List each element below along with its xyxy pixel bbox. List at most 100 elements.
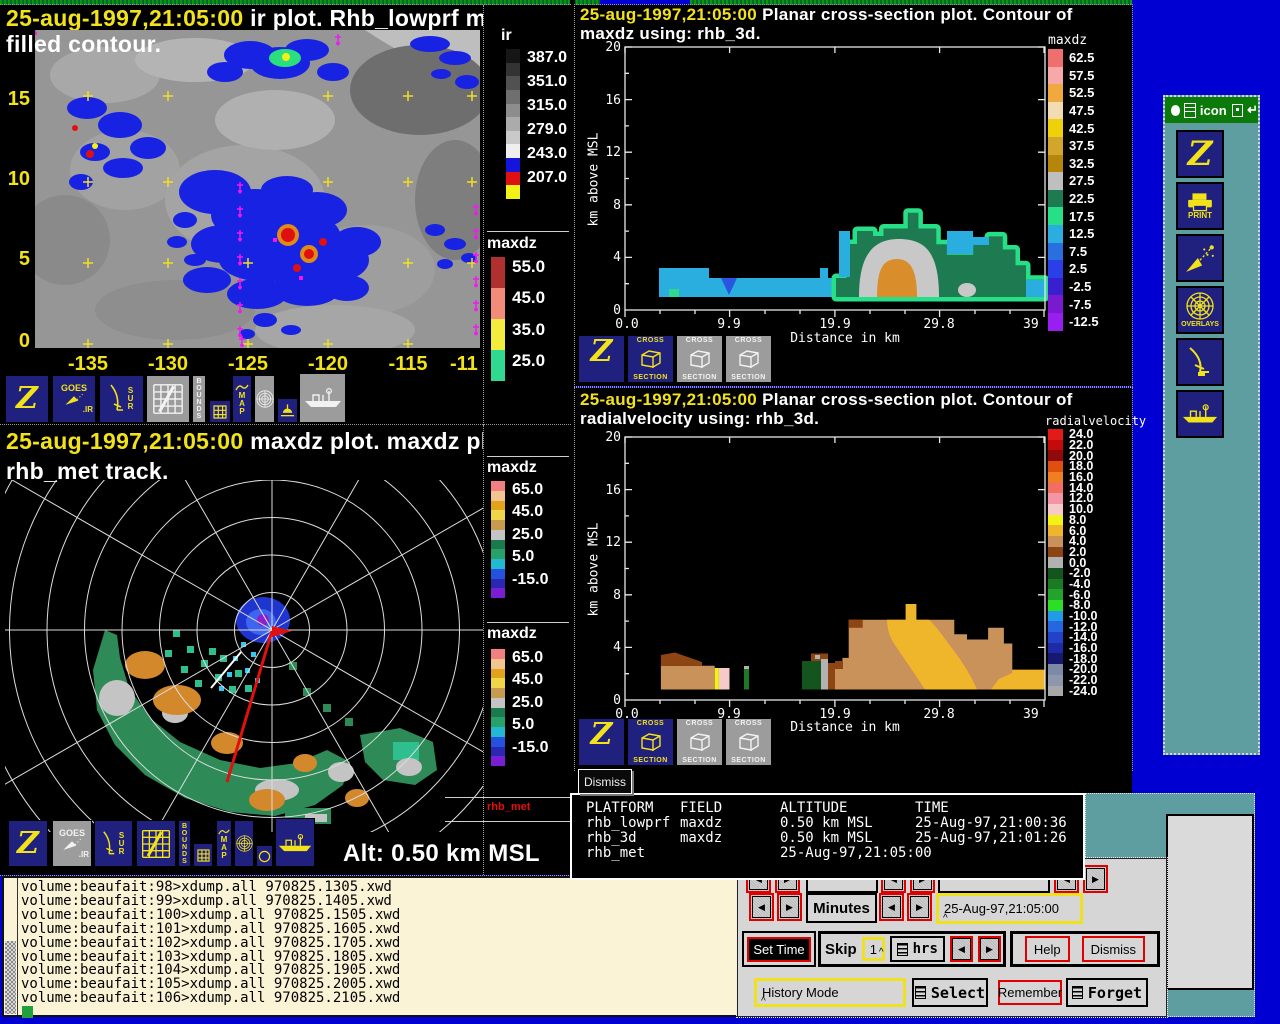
buoy-button[interactable] bbox=[277, 398, 298, 423]
colorbar-entry: 22.5 bbox=[1048, 189, 1099, 208]
skip-forward-button[interactable]: ▶ bbox=[977, 936, 1001, 962]
track-legend-label: rhb_met bbox=[487, 801, 531, 813]
terminal-window[interactable]: volume:beaufait:98>xdump.all 970825.1305… bbox=[2, 876, 740, 1018]
small-grid-button[interactable] bbox=[193, 843, 213, 867]
y-tick-label: 15 bbox=[7, 88, 30, 110]
colorbar-entry: 27.5 bbox=[1048, 172, 1099, 190]
select-menu-button[interactable]: Select bbox=[912, 978, 988, 1007]
map-button[interactable]: MAP bbox=[232, 375, 252, 423]
overlays-label: OVERLAYS bbox=[1181, 321, 1219, 328]
zebra-menu-button[interactable]: Z bbox=[5, 375, 49, 423]
icon-window-titlebar[interactable]: icon ↵ bbox=[1165, 97, 1258, 123]
bounds-button[interactable]: BOUNDS bbox=[192, 375, 206, 423]
palette-overlays-button[interactable]: OVERLAYS bbox=[1176, 286, 1224, 334]
history-mode-field[interactable]: History Mode ^ bbox=[754, 978, 906, 1007]
minutes-forward-button[interactable]: ▶ bbox=[907, 893, 932, 921]
minutes-back-button[interactable]: ◀ bbox=[749, 893, 774, 921]
colorbar-gradient bbox=[491, 649, 505, 766]
sur-radar-button[interactable]: SUR bbox=[94, 820, 133, 867]
icon-palette-window: icon ↵ Z PRINT OVERLAYS bbox=[1163, 95, 1260, 755]
dismiss-button[interactable]: Dismiss bbox=[578, 769, 632, 794]
minutes-back-button[interactable]: ◀ bbox=[879, 893, 904, 921]
ppi-echoes bbox=[93, 597, 437, 824]
colorbar-labels: 387.0 351.0 315.0 279.0 243.0 207.0 bbox=[527, 49, 568, 186]
y-tick-label: 16 bbox=[605, 483, 621, 498]
remember-button[interactable]: Remember bbox=[998, 980, 1062, 1005]
goes-ir-button[interactable]: GOES .IR bbox=[52, 820, 92, 867]
small-grid-button[interactable] bbox=[209, 400, 231, 423]
palette-print-button[interactable]: PRINT bbox=[1176, 182, 1224, 230]
ir-image-plot-area[interactable] bbox=[35, 30, 480, 348]
maxdz-colorbar: 55.0 45.0 35.0 25.0 bbox=[491, 257, 545, 381]
set-time-button[interactable]: Set Time bbox=[747, 936, 811, 962]
cross-section-plot-area[interactable] bbox=[624, 436, 1046, 707]
y-tick-label: 12 bbox=[605, 145, 621, 160]
table-cell: 25-Aug-97,21:05:00 bbox=[780, 845, 932, 861]
palette-ship-button[interactable] bbox=[1176, 390, 1224, 438]
x-tick-label: -11 bbox=[450, 353, 478, 375]
help-button[interactable]: Help bbox=[1024, 936, 1070, 962]
hrs-menu-button[interactable]: hrs bbox=[889, 936, 945, 962]
palette-zebra-button[interactable]: Z bbox=[1176, 130, 1224, 178]
cross-section-button[interactable]: CROSS SECTION bbox=[725, 335, 772, 383]
cross-section-button[interactable]: CROSS SECTION bbox=[725, 718, 772, 766]
cross-section-button[interactable]: CROSS SECTION bbox=[676, 718, 723, 766]
colorbar-entry: 62.5 bbox=[1048, 49, 1099, 67]
ship-button[interactable] bbox=[299, 373, 346, 423]
minutes-forward-button[interactable]: ▶ bbox=[777, 893, 802, 921]
y-tick-label: 5 bbox=[18, 248, 30, 270]
palette-radar-button[interactable] bbox=[1176, 338, 1224, 386]
colorbar-labels: 55.0 45.0 35.0 25.0 bbox=[512, 257, 546, 371]
window-menu-circle-icon[interactable] bbox=[1171, 104, 1181, 116]
y-tick-label: 0 bbox=[18, 330, 30, 352]
colorbar-entry: 47.5 bbox=[1048, 101, 1099, 120]
palette-satellite-button[interactable] bbox=[1176, 234, 1224, 282]
sur-label: SUR bbox=[118, 830, 125, 856]
skip-label: Skip bbox=[825, 940, 857, 958]
scrollbar-thumb[interactable] bbox=[5, 941, 16, 1014]
forget-menu-button[interactable]: Forget bbox=[1066, 978, 1148, 1007]
radar-grid-button[interactable] bbox=[146, 375, 190, 423]
x-tick-label: -135 bbox=[67, 353, 109, 375]
overlay-rings-button[interactable] bbox=[234, 820, 254, 867]
altitude-readout: Alt: 0.50 km MSL bbox=[343, 840, 540, 867]
iconify-button[interactable] bbox=[1231, 103, 1244, 117]
skip-back-button[interactable]: ◀ bbox=[949, 936, 973, 962]
table-header: TIME bbox=[915, 800, 949, 816]
maxdz-colorbar: 62.5 57.5 52.5 47.5 42.5 37.5 32.5 27.5 22.5 17.5… bbox=[1048, 49, 1099, 331]
dismiss-button[interactable]: Dismiss bbox=[1081, 936, 1146, 962]
x-tick-label: 39 bbox=[1023, 317, 1039, 332]
zebra-menu-button[interactable]: Z bbox=[578, 335, 625, 383]
colorbar-entry: 52.5 bbox=[1048, 84, 1099, 102]
time-input-field[interactable]: 25-Aug-97,21:05:00 ^ bbox=[936, 893, 1083, 924]
section-label: SECTION bbox=[633, 757, 668, 764]
maximize-button[interactable]: ↵ bbox=[1247, 102, 1258, 118]
map-button[interactable]: MAP bbox=[216, 820, 232, 867]
step-forward-button[interactable]: ▶ bbox=[1083, 865, 1108, 893]
sur-radar-button[interactable]: SUR bbox=[99, 375, 144, 423]
section-label: SECTION bbox=[633, 374, 668, 381]
overlay-rings-button[interactable] bbox=[254, 375, 275, 423]
radialvelocity-colorbar: 24.0 22.0 20.0 18.0 16.0 14.0 12.0 10.0 8.0 6.0 4.… bbox=[1048, 427, 1098, 698]
ppi-plot-area[interactable] bbox=[5, 480, 483, 832]
cross-section-button-active[interactable]: CROSS SECTION bbox=[627, 718, 674, 766]
zebra-menu-button[interactable]: Z bbox=[578, 718, 625, 766]
cross-section-button[interactable]: CROSS SECTION bbox=[676, 335, 723, 383]
x-tick-label: 39 bbox=[1023, 707, 1039, 722]
table-cell: rhb_met bbox=[586, 845, 646, 861]
cross-section-button-active[interactable]: CROSS SECTION bbox=[627, 335, 674, 383]
circle-overlay-button[interactable] bbox=[256, 845, 273, 867]
colorbar-gradient bbox=[491, 257, 505, 381]
ir-colorbar: 387.0 351.0 315.0 279.0 243.0 207.0 bbox=[506, 49, 568, 200]
comet-icon bbox=[1186, 245, 1214, 272]
radar-grid-button[interactable] bbox=[136, 820, 176, 867]
zebra-menu-button[interactable]: Z bbox=[8, 820, 48, 867]
cross-label: CROSS bbox=[636, 337, 665, 344]
bounds-button[interactable]: BOUNDS bbox=[178, 820, 191, 867]
goes-ir-button[interactable]: GOES .IR bbox=[52, 375, 96, 423]
table-cell bbox=[915, 846, 1083, 861]
skip-input-field[interactable]: 1 ^ bbox=[861, 937, 885, 961]
ship-button[interactable] bbox=[275, 818, 315, 867]
cross-section-plot-area[interactable] bbox=[624, 46, 1050, 317]
terminal-scrollbar[interactable] bbox=[4, 878, 18, 1015]
